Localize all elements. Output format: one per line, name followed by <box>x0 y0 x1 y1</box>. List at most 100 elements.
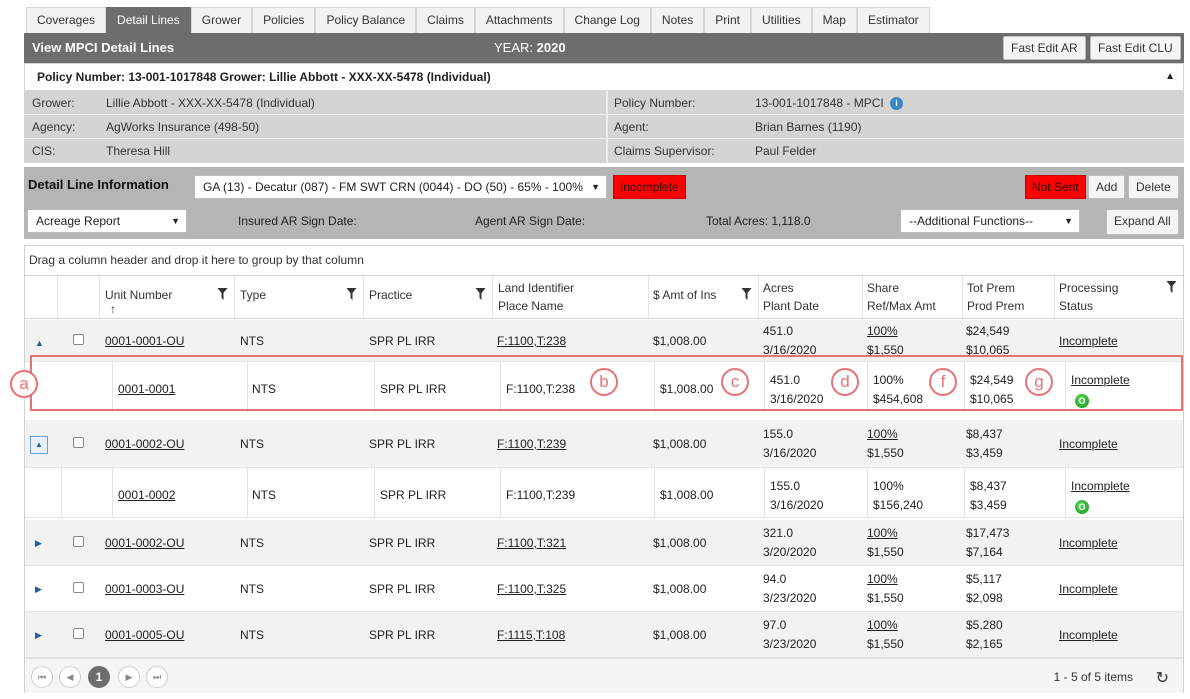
tab-detail-lines[interactable]: Detail Lines <box>106 7 191 33</box>
expand-arrow-icon[interactable]: ▶ <box>35 538 42 549</box>
col-acres[interactable]: Acres Plant Date <box>758 276 862 318</box>
plant-date-cell: 3/16/2020 <box>770 498 824 512</box>
status-link[interactable]: Incomplete <box>1071 479 1130 493</box>
unit-number-link[interactable]: 0001-0005-OU <box>105 628 184 642</box>
add-button[interactable]: Add <box>1088 175 1126 199</box>
row-checkbox[interactable] <box>73 628 84 639</box>
practice-cell: SPR PL IRR <box>369 536 436 550</box>
land-identifier-link[interactable]: F:1100,T:238 <box>497 334 566 348</box>
pager-info: 1 - 5 of 5 items <box>1053 670 1133 684</box>
collapse-arrow-icon[interactable]: ▲ <box>35 338 44 348</box>
collapse-arrow-icon[interactable]: ▲ <box>30 436 48 454</box>
tot-prem-cell: $5,117 <box>966 572 1002 586</box>
report-type-value: Acreage Report <box>36 214 121 228</box>
fast-edit-ar-button[interactable]: Fast Edit AR <box>1003 36 1086 60</box>
tab-print[interactable]: Print <box>704 7 751 33</box>
row-checkbox[interactable] <box>73 437 84 448</box>
tab-estimator[interactable]: Estimator <box>856 7 930 33</box>
status-link[interactable]: Incomplete <box>1059 334 1118 348</box>
table-row[interactable]: ▲ 0001-0002-OU NTS SPR PL IRR F:1100,T:2… <box>25 420 1183 468</box>
type-cell: NTS <box>240 536 264 550</box>
tab-utilities[interactable]: Utilities <box>750 7 812 33</box>
unit-number-link[interactable]: 0001-0002 <box>118 488 175 502</box>
share-link[interactable]: 100% <box>867 572 898 586</box>
filter-icon[interactable] <box>1166 281 1177 293</box>
land-identifier-link[interactable]: F:1100,T:325 <box>497 582 566 596</box>
insured-sign-date-label: Insured AR Sign Date: <box>238 214 357 228</box>
policy-summary-line[interactable]: Policy Number: 13-001-1017848 Grower: Li… <box>24 63 1184 91</box>
practice-cell: SPR PL IRR <box>369 628 436 642</box>
col-type[interactable]: Type <box>234 276 363 318</box>
expand-arrow-icon[interactable]: ▶ <box>35 584 42 595</box>
prod-prem-cell: $3,459 <box>966 446 1003 460</box>
first-page-button[interactable]: ⏮ <box>31 666 53 688</box>
row-checkbox[interactable] <box>73 582 84 593</box>
tab-notes[interactable]: Notes <box>650 7 705 33</box>
row-checkbox[interactable] <box>73 536 84 547</box>
unit-number-link[interactable]: 0001-0003-OU <box>105 582 184 596</box>
detail-line-select[interactable]: GA (13) - Decatur (087) - FM SWT CRN (00… <box>194 175 607 199</box>
tab-grower[interactable]: Grower <box>190 7 253 33</box>
unit-number-link[interactable]: 0001-0002-OU <box>105 437 184 451</box>
detail-line-toolbar: Detail Line Information GA (13) - Decatu… <box>24 167 1184 239</box>
col-land-identifier[interactable]: Land Identifier Place Name <box>492 276 648 318</box>
next-page-button[interactable]: ▶ <box>118 666 140 688</box>
collapse-caret-icon[interactable]: ▲ <box>1165 71 1175 82</box>
col-amt-of-ins[interactable]: $ Amt of Ins <box>648 276 758 318</box>
expand-arrow-icon[interactable]: ▶ <box>35 630 42 641</box>
filter-icon[interactable] <box>475 288 486 300</box>
status-link[interactable]: Incomplete <box>1059 536 1118 550</box>
land-identifier-link[interactable]: F:1100,T:321 <box>497 536 566 550</box>
additional-functions-select[interactable]: --Additional Functions-- ▼ <box>900 209 1080 233</box>
status-link[interactable]: Incomplete <box>1059 582 1118 596</box>
expand-all-button[interactable]: Expand All <box>1106 209 1179 235</box>
col-share[interactable]: Share Ref/Max Amt <box>862 276 962 318</box>
col-processing-status[interactable]: Processing Status <box>1054 276 1183 318</box>
share-link[interactable]: 100% <box>867 618 898 632</box>
cis-value: Theresa Hill <box>106 144 171 158</box>
divider <box>500 468 501 518</box>
col-unit-number[interactable]: Unit Number ↑ <box>99 276 234 318</box>
status-link[interactable]: Incomplete <box>1059 628 1118 642</box>
refresh-icon[interactable]: ↻ <box>1156 668 1169 688</box>
filter-icon[interactable] <box>346 288 357 300</box>
col-tot-prem[interactable]: Tot Prem Prod Prem <box>962 276 1054 318</box>
land-identifier-link[interactable]: F:1100,T:239 <box>497 437 566 451</box>
tab-coverages[interactable]: Coverages <box>26 7 107 33</box>
col-practice[interactable]: Practice <box>363 276 492 318</box>
unit-number-link[interactable]: 0001-0001-OU <box>105 334 184 348</box>
status-badge-incomplete: Incomplete <box>613 175 686 199</box>
table-row[interactable]: ▶ 0001-0003-OU NTS SPR PL IRR F:1100,T:3… <box>25 566 1183 612</box>
year-display: YEAR: 2020 <box>494 40 566 55</box>
row-checkbox[interactable] <box>73 334 84 345</box>
tab-attachments[interactable]: Attachments <box>474 7 564 33</box>
prev-page-button[interactable]: ◀ <box>59 666 81 688</box>
share-link[interactable]: 100% <box>867 324 898 338</box>
filter-icon[interactable] <box>741 288 752 300</box>
tab-policy-balance[interactable]: Policy Balance <box>315 7 417 33</box>
filter-icon[interactable] <box>217 288 228 300</box>
fast-edit-clu-button[interactable]: Fast Edit CLU <box>1090 36 1181 60</box>
share-link[interactable]: 100% <box>867 526 898 540</box>
report-type-select[interactable]: Acreage Report ▼ <box>27 209 187 233</box>
share-link[interactable]: 100% <box>867 427 898 441</box>
col-processing-label: Processing <box>1059 281 1119 295</box>
tab-map[interactable]: Map <box>811 7 857 33</box>
land-identifier-link[interactable]: F:1115,T:108 <box>497 628 565 642</box>
delete-button[interactable]: Delete <box>1128 175 1179 199</box>
policy-info-panel: Grower: Lillie Abbott - XXX-XX-5478 (Ind… <box>24 91 1184 163</box>
table-row[interactable]: ▶ 0001-0005-OU NTS SPR PL IRR F:1115,T:1… <box>25 612 1183 658</box>
tab-change-log[interactable]: Change Log <box>563 7 651 33</box>
group-hint: Drag a column header and drop it here to… <box>29 253 364 267</box>
status-link[interactable]: Incomplete <box>1059 437 1118 451</box>
info-icon[interactable]: i <box>890 97 903 110</box>
table-row[interactable]: ▶ 0001-0002-OU NTS SPR PL IRR F:1100,T:3… <box>25 520 1183 566</box>
acres-cell: 97.0 <box>763 618 787 632</box>
current-page-button[interactable]: 1 <box>88 666 110 688</box>
last-page-button[interactable]: ⏭ <box>146 666 168 688</box>
detail-sub-row[interactable]: 0001-0002 NTS SPR PL IRR F:1100,T:239 $1… <box>25 468 1183 518</box>
tab-claims[interactable]: Claims <box>416 7 475 33</box>
unit-number-link[interactable]: 0001-0002-OU <box>105 536 184 550</box>
tab-bar: Coverages Detail Lines Grower Policies P… <box>26 7 930 33</box>
tab-policies[interactable]: Policies <box>252 7 316 33</box>
